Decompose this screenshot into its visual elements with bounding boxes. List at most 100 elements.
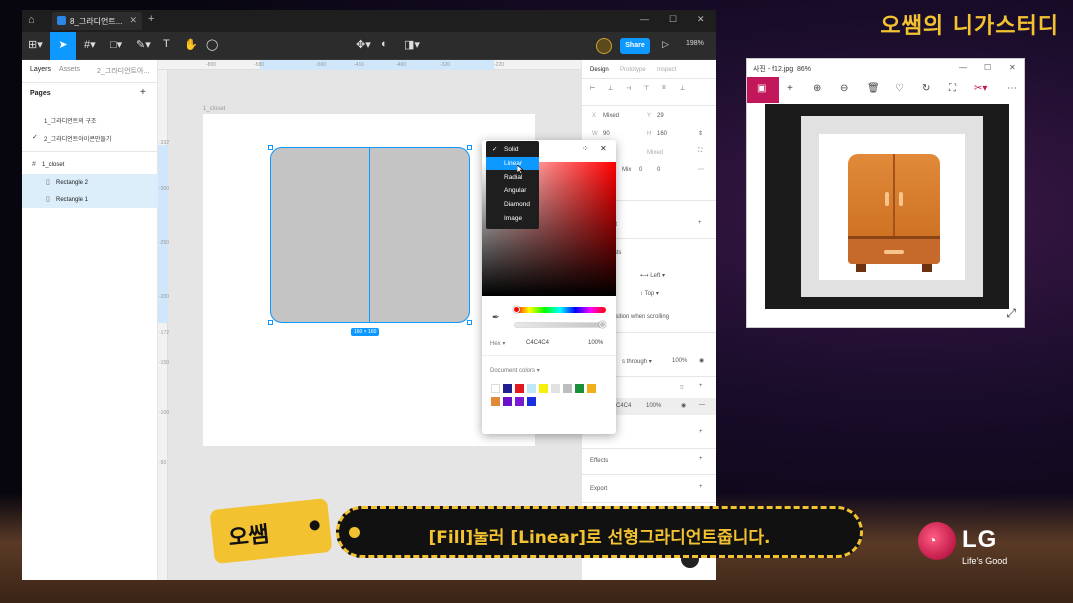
corner-value[interactable]: 0: [639, 167, 642, 173]
comment-tool-icon[interactable]: ◯: [206, 38, 218, 54]
home-icon[interactable]: ⌂: [28, 14, 42, 28]
style-icon[interactable]: ⁘: [582, 144, 589, 153]
opacity-knob[interactable]: [599, 321, 606, 328]
independent-corners-icon[interactable]: ⛶: [698, 148, 702, 155]
blend-mode[interactable]: s through ▾: [622, 358, 652, 365]
width-field[interactable]: 90: [603, 131, 610, 137]
menu-item-diamond[interactable]: Diamond: [486, 198, 539, 211]
fill-opacity[interactable]: 100%: [646, 403, 661, 409]
eye-icon[interactable]: ◉: [699, 357, 704, 364]
favorite-icon[interactable]: ♡: [895, 83, 904, 94]
align-left-icon[interactable]: ⊢: [590, 85, 595, 92]
tab-assets[interactable]: Assets: [59, 66, 80, 73]
color-swatch[interactable]: [563, 384, 572, 393]
resize-handle[interactable]: [467, 145, 472, 150]
present-icon[interactable]: ▷: [662, 39, 669, 50]
add-fill-icon[interactable]: +: [699, 383, 703, 389]
text-tool-icon[interactable]: T: [163, 38, 170, 54]
shape-tool-icon[interactable]: □▾: [110, 38, 122, 54]
add-export-icon[interactable]: +: [699, 484, 703, 490]
close-window-icon[interactable]: ✕: [1009, 63, 1016, 72]
menu-item-solid[interactable]: ✓ Solid: [486, 143, 539, 156]
align-bottom-icon[interactable]: ⊥: [680, 85, 685, 92]
maximize-icon[interactable]: ☐: [669, 14, 677, 25]
constraint-horizontal[interactable]: ⟷ Left ▾: [640, 272, 665, 279]
layer-item[interactable]: ▯ Rectangle 1: [22, 191, 158, 208]
color-swatch[interactable]: [587, 384, 596, 393]
menu-item-radial[interactable]: Radial: [486, 171, 539, 184]
constraint-vertical[interactable]: ↕ Top ▾: [640, 290, 659, 297]
delete-icon[interactable]: 🗑: [867, 83, 880, 94]
layer-item[interactable]: #1_closet: [22, 156, 158, 173]
add-stroke-icon[interactable]: +: [699, 429, 703, 435]
new-tab-icon[interactable]: +: [148, 13, 154, 25]
color-swatch[interactable]: [527, 384, 536, 393]
add-icon[interactable]: +: [787, 83, 793, 94]
color-swatch[interactable]: [515, 397, 524, 406]
tab-prototype[interactable]: Prototype: [620, 67, 646, 73]
resize-handle[interactable]: [467, 320, 472, 325]
component-icon[interactable]: ✥▾: [356, 38, 371, 54]
color-swatch[interactable]: [515, 384, 524, 393]
menu-item-linear[interactable]: Linear: [486, 157, 539, 170]
close-tab-icon[interactable]: ✕: [129, 15, 137, 26]
frame-label[interactable]: 1_closet: [203, 106, 225, 112]
resize-handle[interactable]: [268, 320, 273, 325]
color-swatch[interactable]: [503, 397, 512, 406]
hue-knob[interactable]: [513, 306, 520, 313]
layer-item[interactable]: ▯ Rectangle 2: [22, 174, 158, 191]
color-format[interactable]: Hex ▾: [490, 340, 505, 347]
eyedropper-icon[interactable]: ✒: [492, 312, 500, 323]
corner-value[interactable]: 0: [657, 167, 660, 173]
boolean-icon[interactable]: ◨▾: [404, 38, 420, 54]
page-item[interactable]: 1_그라디언트의 구조: [44, 116, 97, 125]
main-menu-icon[interactable]: ⊞▾: [28, 38, 43, 54]
page-item[interactable]: 2_그라디언트아이콘만들기: [44, 134, 111, 143]
pen-tool-icon[interactable]: ✎▾: [136, 38, 151, 54]
tab-layers[interactable]: Layers: [30, 66, 51, 73]
color-swatch[interactable]: [551, 384, 560, 393]
hue-slider[interactable]: [514, 307, 606, 313]
close-picker-icon[interactable]: ✕: [600, 144, 607, 153]
style-icon[interactable]: ⁝⁝: [680, 384, 684, 391]
eye-icon[interactable]: ◉: [681, 402, 686, 409]
align-right-icon[interactable]: ⊣: [626, 85, 631, 92]
menu-item-image[interactable]: Image: [486, 212, 539, 225]
minimize-icon[interactable]: —: [959, 63, 967, 72]
opacity-slider[interactable]: [514, 322, 606, 328]
add-layout-grid-icon[interactable]: +: [698, 220, 702, 226]
y-field[interactable]: 29: [657, 113, 664, 119]
constrain-proportions-icon[interactable]: ⇕: [698, 130, 703, 137]
zoom-in-icon[interactable]: ⊕: [813, 83, 821, 94]
rotate-icon[interactable]: ↻: [922, 83, 930, 94]
opacity-input[interactable]: 100%: [588, 340, 603, 346]
maximize-icon[interactable]: ☐: [984, 63, 991, 72]
more-icon[interactable]: ⋯: [698, 166, 704, 173]
color-swatch[interactable]: [491, 384, 500, 393]
add-page-icon[interactable]: +: [140, 87, 146, 98]
rotation-field[interactable]: Mixed: [647, 150, 663, 156]
layer-opacity[interactable]: 100%: [672, 358, 687, 364]
x-field[interactable]: Mixed: [603, 113, 619, 119]
menu-item-angular[interactable]: Angular: [486, 184, 539, 197]
hex-input[interactable]: C4C4C4: [526, 340, 549, 346]
avatar[interactable]: [596, 38, 612, 54]
align-top-icon[interactable]: ⊤: [644, 85, 649, 92]
color-swatch[interactable]: [527, 397, 536, 406]
frame-tool-icon[interactable]: #▾: [84, 38, 96, 54]
zoom-level[interactable]: 198%: [686, 40, 704, 47]
corner-radius-field[interactable]: Mix: [622, 167, 631, 173]
color-swatch[interactable]: [539, 384, 548, 393]
zoom-out-icon[interactable]: ⊖: [840, 83, 848, 94]
color-swatch[interactable]: [491, 397, 500, 406]
minimize-icon[interactable]: —: [640, 14, 649, 24]
add-effect-icon[interactable]: +: [699, 456, 703, 462]
align-center-icon[interactable]: ⊥: [608, 85, 613, 92]
close-window-icon[interactable]: ✕: [697, 14, 705, 25]
resize-handle[interactable]: [268, 145, 273, 150]
height-field[interactable]: 160: [657, 131, 667, 137]
color-swatch[interactable]: [575, 384, 584, 393]
document-colors-dropdown[interactable]: Document colors ▾: [490, 367, 540, 374]
fill-hex[interactable]: C4C4: [616, 403, 631, 409]
color-swatch[interactable]: [503, 384, 512, 393]
